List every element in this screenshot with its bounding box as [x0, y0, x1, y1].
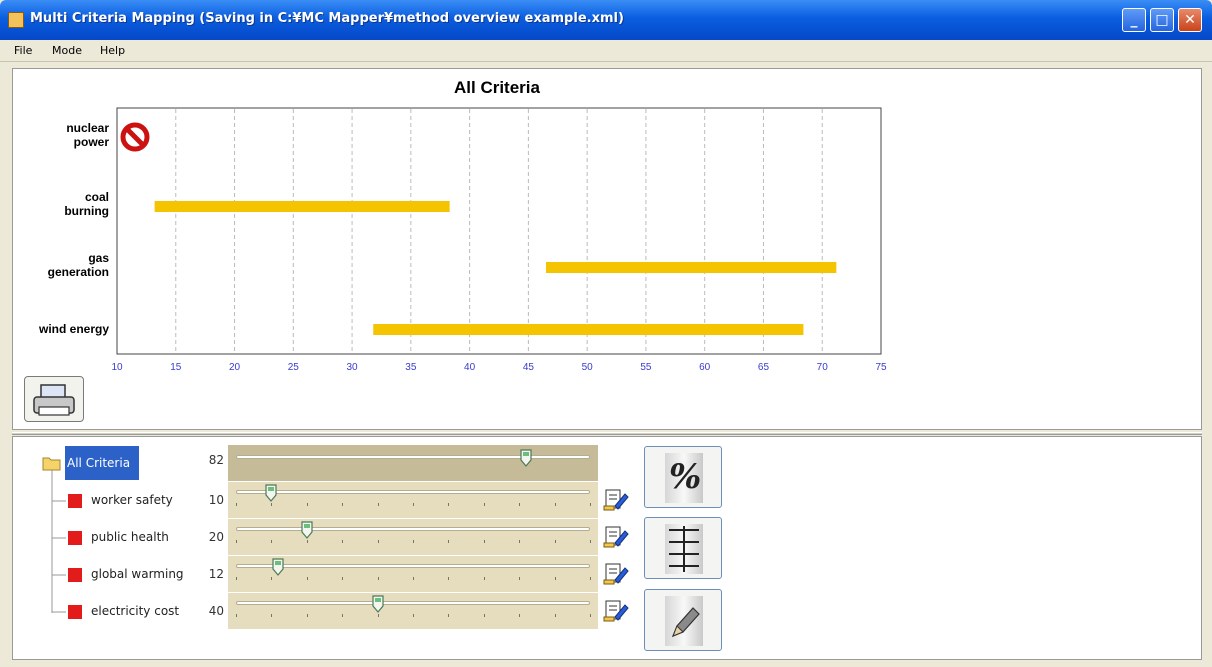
tree-root-label: All Criteria [67, 456, 131, 470]
slider-tick [377, 614, 379, 617]
criterion-slider-bg [228, 519, 598, 555]
criterion-label[interactable]: global warming [91, 567, 184, 581]
slider-tick [342, 614, 344, 617]
pencil-icon [671, 607, 700, 638]
menu-mode[interactable]: Mode [52, 44, 82, 57]
slider-tick [554, 540, 556, 543]
title-bar: Multi Criteria Mapping (Saving in C:¥MC … [0, 0, 1212, 40]
close-button[interactable]: ✕ [1178, 8, 1202, 32]
menu-bar: File Mode Help [0, 40, 1212, 62]
edit-button[interactable] [644, 589, 722, 651]
slider-tick [413, 577, 414, 580]
criterion-weight-value: 12 [208, 567, 224, 581]
slider-tick [413, 503, 414, 506]
criterion-color-icon [68, 568, 82, 582]
slider-tick [413, 540, 414, 543]
columns-icon [669, 526, 699, 572]
slider-tick [236, 503, 237, 506]
criterion-slider-bg [228, 482, 598, 518]
folder-icon [42, 457, 61, 471]
criterion-color-icon [68, 494, 82, 508]
root-slider[interactable] [236, 455, 590, 459]
criterion-slider-bg [228, 593, 598, 629]
slider-tick [554, 503, 556, 506]
root-slider-thumb[interactable] [520, 449, 532, 467]
slider-tick [306, 503, 308, 506]
percent-button[interactable]: % [644, 446, 722, 508]
slider-tick [590, 577, 591, 580]
slider-tick [271, 614, 273, 617]
criterion-slider-thumb[interactable] [272, 558, 285, 576]
criterion-color-icon [68, 531, 82, 545]
slider-tick [342, 577, 344, 580]
edit-criterion-icon[interactable] [603, 486, 629, 511]
criterion-label[interactable]: public health [91, 530, 169, 544]
slider-tick [519, 540, 521, 543]
slider-tick [236, 540, 237, 543]
minimize-button[interactable]: _ [1122, 8, 1146, 32]
slider-tick [554, 614, 556, 617]
slider-tick [448, 614, 450, 617]
slider-tick [483, 503, 485, 506]
slider-tick [448, 503, 450, 506]
layout-button[interactable] [644, 517, 722, 579]
criterion-color-icon [68, 605, 82, 619]
edit-criterion-icon[interactable] [603, 560, 629, 585]
slider-tick [306, 540, 308, 543]
criterion-slider[interactable] [236, 490, 590, 494]
slider-tick [271, 503, 273, 506]
slider-tick [377, 577, 379, 580]
menu-help[interactable]: Help [100, 44, 125, 57]
slider-tick [236, 614, 237, 617]
criterion-slider-thumb[interactable] [371, 595, 384, 613]
criterion-slider[interactable] [236, 527, 590, 531]
slider-tick [483, 614, 485, 617]
slider-tick [342, 540, 344, 543]
percent-icon: % [669, 457, 702, 497]
slider-tick [519, 614, 521, 617]
slider-tick [483, 577, 485, 580]
criterion-slider-thumb[interactable] [265, 484, 277, 502]
slider-tick [519, 503, 521, 506]
slider-tick [413, 614, 414, 617]
slider-tick [271, 577, 273, 580]
slider-tick [236, 577, 237, 580]
slider-tick [590, 503, 591, 506]
criterion-label[interactable]: worker safety [91, 493, 173, 507]
slider-tick [448, 577, 450, 580]
criterion-weight-value: 10 [208, 493, 224, 507]
slider-tick [306, 614, 308, 617]
slider-tick [483, 540, 485, 543]
window-title: Multi Criteria Mapping (Saving in C:¥MC … [30, 11, 624, 26]
slider-tick [590, 540, 591, 543]
slider-tick [271, 540, 273, 543]
criterion-slider[interactable] [236, 564, 590, 568]
criterion-weight-value: 40 [208, 604, 224, 618]
slider-tick [377, 540, 379, 543]
chart-panel [12, 68, 1202, 430]
printer-icon [33, 384, 75, 416]
app-icon [8, 12, 24, 28]
edit-criterion-icon[interactable] [603, 597, 629, 622]
slider-tick [554, 577, 556, 580]
maximize-button[interactable]: □ [1150, 8, 1174, 32]
print-button[interactable] [24, 376, 84, 422]
criterion-weight-value: 20 [208, 530, 224, 544]
tree-root-all-criteria[interactable]: All Criteria [65, 446, 139, 480]
slider-tick [342, 503, 344, 506]
slider-tick [519, 577, 521, 580]
criterion-slider-thumb[interactable] [301, 521, 313, 539]
slider-tick [306, 577, 308, 580]
root-weight-value: 82 [208, 453, 224, 467]
criterion-slider[interactable] [236, 601, 590, 605]
slider-tick [377, 503, 379, 506]
menu-file[interactable]: File [14, 44, 32, 57]
criterion-label[interactable]: electricity cost [91, 604, 179, 618]
slider-tick [590, 614, 591, 617]
slider-tick [448, 540, 450, 543]
edit-criterion-icon[interactable] [603, 523, 629, 548]
panel-divider[interactable] [12, 432, 1202, 435]
root-slider-bg [228, 445, 598, 481]
